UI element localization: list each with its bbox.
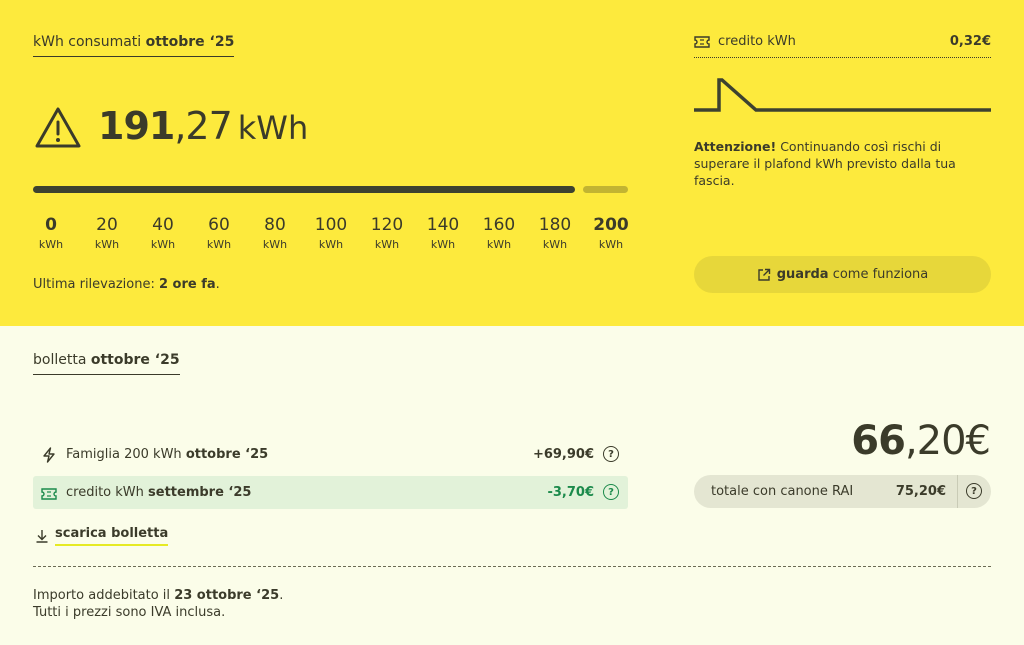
- scale-tick: 0 kWh: [38, 215, 64, 251]
- warning-triangle-icon: [35, 107, 81, 148]
- scale-tick: 140 kWh: [426, 215, 460, 251]
- help-icon[interactable]: ?: [966, 483, 982, 499]
- attention-message: Attenzione! Continuando così rischi di s…: [694, 139, 956, 188]
- consumption-remaining-bar: [583, 186, 628, 193]
- bill-tab-title[interactable]: bolletta ottobre ‘25: [33, 352, 180, 375]
- scale-tick: 160 kWh: [482, 215, 516, 251]
- pill-divider: [957, 475, 958, 508]
- external-link-icon: [758, 268, 770, 281]
- credit-trend-line: [694, 78, 991, 112]
- consumption-tab-title[interactable]: kWh consumati ottobre ‘25: [33, 34, 235, 57]
- scale-tick: 80 kWh: [262, 215, 288, 251]
- scale-tick: 60 kWh: [206, 215, 232, 251]
- scale-tick: 20 kWh: [94, 215, 120, 251]
- bill-line-credit: credito kWh settembre ‘25 -3,70€ ?: [33, 476, 628, 509]
- scale-tick: 200 kWh: [593, 215, 629, 251]
- download-bill-link[interactable]: scarica bolletta: [35, 526, 169, 546]
- scale-tick: 180 kWh: [538, 215, 572, 251]
- credit-kwh-row: credito kWh 0,32€: [694, 34, 991, 58]
- how-it-works-button[interactable]: guarda come funziona: [694, 256, 991, 293]
- bill-total: 66,20€: [851, 418, 991, 464]
- kwh-scale: 0 kWh 20 kWh 40 kWh 60 kWh 80 kWh 100 kWh 120 k…: [23, 215, 639, 253]
- bill-line-plan: Famiglia 200 kWh ottobre ‘25 +69,90€ ?: [33, 438, 628, 471]
- kwh-reading: 191,27 kWh: [98, 104, 309, 148]
- bolt-icon: [43, 447, 55, 463]
- consumption-section: kWh consumati ottobre ‘25 191,27 kWh 0 kWh…: [0, 0, 1024, 326]
- scale-tick: 120 kWh: [370, 215, 404, 251]
- charge-date-note: Importo addebitato il 23 ottobre ‘25.: [33, 588, 284, 603]
- consumption-progress-bar: [33, 186, 575, 193]
- last-reading: Ultima rilevazione: 2 ore fa.: [33, 277, 220, 292]
- scale-tick: 100 kWh: [314, 215, 348, 251]
- scale-tick: 40 kWh: [150, 215, 176, 251]
- download-icon: [36, 530, 48, 543]
- dashed-divider: [33, 566, 991, 567]
- ticket-icon: [41, 488, 57, 500]
- vat-note: Tutti i prezzi sono IVA inclusa.: [33, 605, 226, 620]
- ticket-icon: [694, 36, 710, 48]
- total-with-rai-pill: totale con canone RAI 75,20€ ?: [694, 475, 991, 508]
- help-icon[interactable]: ?: [603, 446, 619, 462]
- help-icon[interactable]: ?: [603, 484, 619, 500]
